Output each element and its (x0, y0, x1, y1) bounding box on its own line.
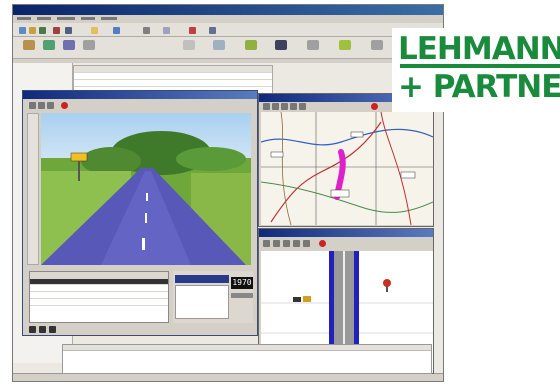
road-title-bar (259, 229, 433, 237)
video-toolbar (27, 101, 255, 111)
road-map (261, 112, 433, 225)
tool-button[interactable] (245, 40, 257, 50)
tool-icon[interactable] (290, 103, 297, 110)
zoom-in-icon[interactable] (263, 103, 270, 110)
tool-icon[interactable] (29, 102, 36, 109)
logo-underline (400, 64, 560, 68)
tool-button[interactable] (83, 40, 95, 50)
tool-button[interactable] (43, 40, 55, 50)
menu-item[interactable] (17, 17, 31, 20)
record-icon[interactable] (319, 240, 326, 247)
log-header (63, 345, 431, 351)
tool-button[interactable] (23, 40, 35, 50)
open-icon[interactable] (29, 27, 36, 34)
menu-item[interactable] (57, 17, 75, 20)
road-toolbar (261, 239, 433, 249)
video-title-bar (23, 91, 257, 99)
tool-button[interactable] (63, 40, 75, 50)
tool-icon[interactable] (143, 27, 150, 34)
menu-bar (13, 15, 443, 23)
tool-button[interactable] (339, 40, 351, 50)
map-canvas[interactable] (261, 112, 433, 225)
tool-button[interactable] (371, 40, 383, 50)
tool-icon[interactable] (53, 27, 60, 34)
pan-icon[interactable] (281, 103, 288, 110)
tool-icon[interactable] (273, 240, 280, 247)
tool-icon[interactable] (65, 27, 72, 34)
tool-icon[interactable] (293, 240, 300, 247)
map-window (258, 93, 434, 227)
tool-icon[interactable] (299, 103, 306, 110)
menu-item[interactable] (101, 17, 117, 20)
tool-button[interactable] (213, 40, 225, 50)
status-bar (13, 373, 443, 381)
tool-icon[interactable] (283, 240, 290, 247)
save-icon[interactable] (39, 27, 46, 34)
menu-item[interactable] (37, 17, 51, 20)
tool-icon[interactable] (163, 27, 170, 34)
video-frame (41, 113, 251, 265)
playback-controls (27, 325, 255, 335)
company-logo: LEHMANN + PARTNER (392, 28, 560, 112)
speed-panel: 1970 (173, 271, 253, 323)
next-icon[interactable] (49, 326, 56, 333)
record-icon[interactable] (61, 102, 68, 109)
speed-list[interactable] (175, 285, 229, 319)
tool-icon[interactable] (189, 27, 196, 34)
tool-button[interactable] (275, 40, 287, 50)
folder-icon[interactable] (91, 27, 98, 34)
video-side-scrollbar[interactable] (27, 113, 39, 265)
road-photo (41, 113, 251, 265)
speed-display: 1970 (231, 277, 253, 289)
new-icon[interactable] (19, 27, 26, 34)
title-bar (13, 5, 443, 15)
tool-button[interactable] (307, 40, 319, 50)
tool-icon[interactable] (47, 102, 54, 109)
speed-selector[interactable] (175, 275, 229, 283)
tool-button[interactable] (183, 40, 195, 50)
log-panel[interactable] (62, 344, 432, 374)
menu-item[interactable] (81, 17, 95, 20)
tool-icon[interactable] (38, 102, 45, 109)
measurement-table[interactable] (29, 271, 169, 323)
video-window: 1970 (22, 90, 258, 336)
stop-icon[interactable] (39, 326, 46, 333)
toolbar-top (13, 23, 443, 37)
logo-text-line1: LEHMANN (398, 31, 560, 67)
tool-icon[interactable] (303, 240, 310, 247)
speed-controls[interactable] (231, 293, 253, 298)
zoom-out-icon[interactable] (272, 103, 279, 110)
logo-text-line2: + PARTNER (398, 69, 560, 105)
record-icon[interactable] (371, 103, 378, 110)
play-icon[interactable] (29, 326, 36, 333)
tool-icon[interactable] (263, 240, 270, 247)
tool-icon[interactable] (209, 27, 216, 34)
toolbar-main (13, 37, 443, 59)
tool-icon[interactable] (113, 27, 120, 34)
